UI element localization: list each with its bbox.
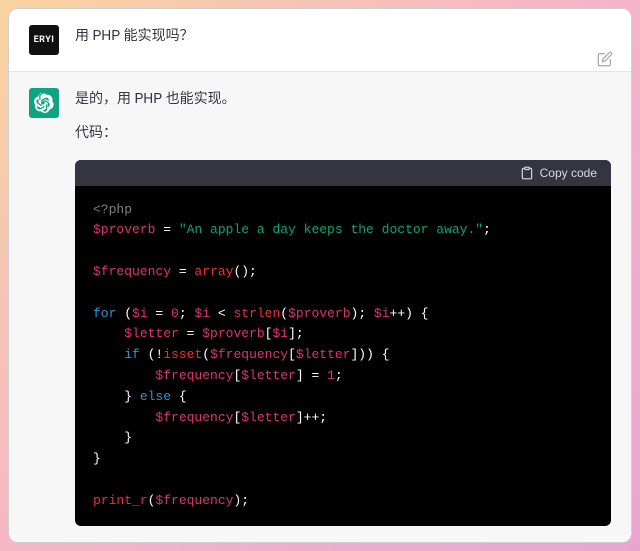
assistant-message-body: 是的，用 PHP 也能实现。 代码： Copy code <?php $prov…: [75, 88, 611, 526]
edit-message-button[interactable]: [597, 51, 613, 71]
copy-code-label: Copy code: [540, 166, 597, 180]
clipboard-icon: [520, 166, 534, 180]
assistant-message-row: 是的，用 PHP 也能实现。 代码： Copy code <?php $prov…: [9, 72, 631, 542]
code-label: 代码：: [75, 122, 611, 146]
code-block: Copy code <?php $proverb = "An apple a d…: [75, 160, 611, 526]
chat-window: ERYI 用 PHP 能实现吗？ 是的，用 PHP 也能实现。 代码： Copy…: [8, 8, 632, 543]
code-header: Copy code: [75, 160, 611, 186]
openai-icon: [34, 93, 54, 113]
user-avatar: ERYI: [29, 25, 59, 55]
copy-code-button[interactable]: Copy code: [520, 166, 597, 180]
assistant-avatar: [29, 88, 59, 118]
assistant-intro-text: 是的，用 PHP 也能实现。: [75, 88, 611, 112]
user-avatar-label: ERYI: [34, 35, 55, 45]
edit-icon: [597, 51, 613, 67]
user-message-row: ERYI 用 PHP 能实现吗？: [9, 9, 631, 72]
code-content[interactable]: <?php $proverb = "An apple a day keeps t…: [75, 186, 611, 526]
user-message-text: 用 PHP 能实现吗？: [75, 25, 611, 55]
